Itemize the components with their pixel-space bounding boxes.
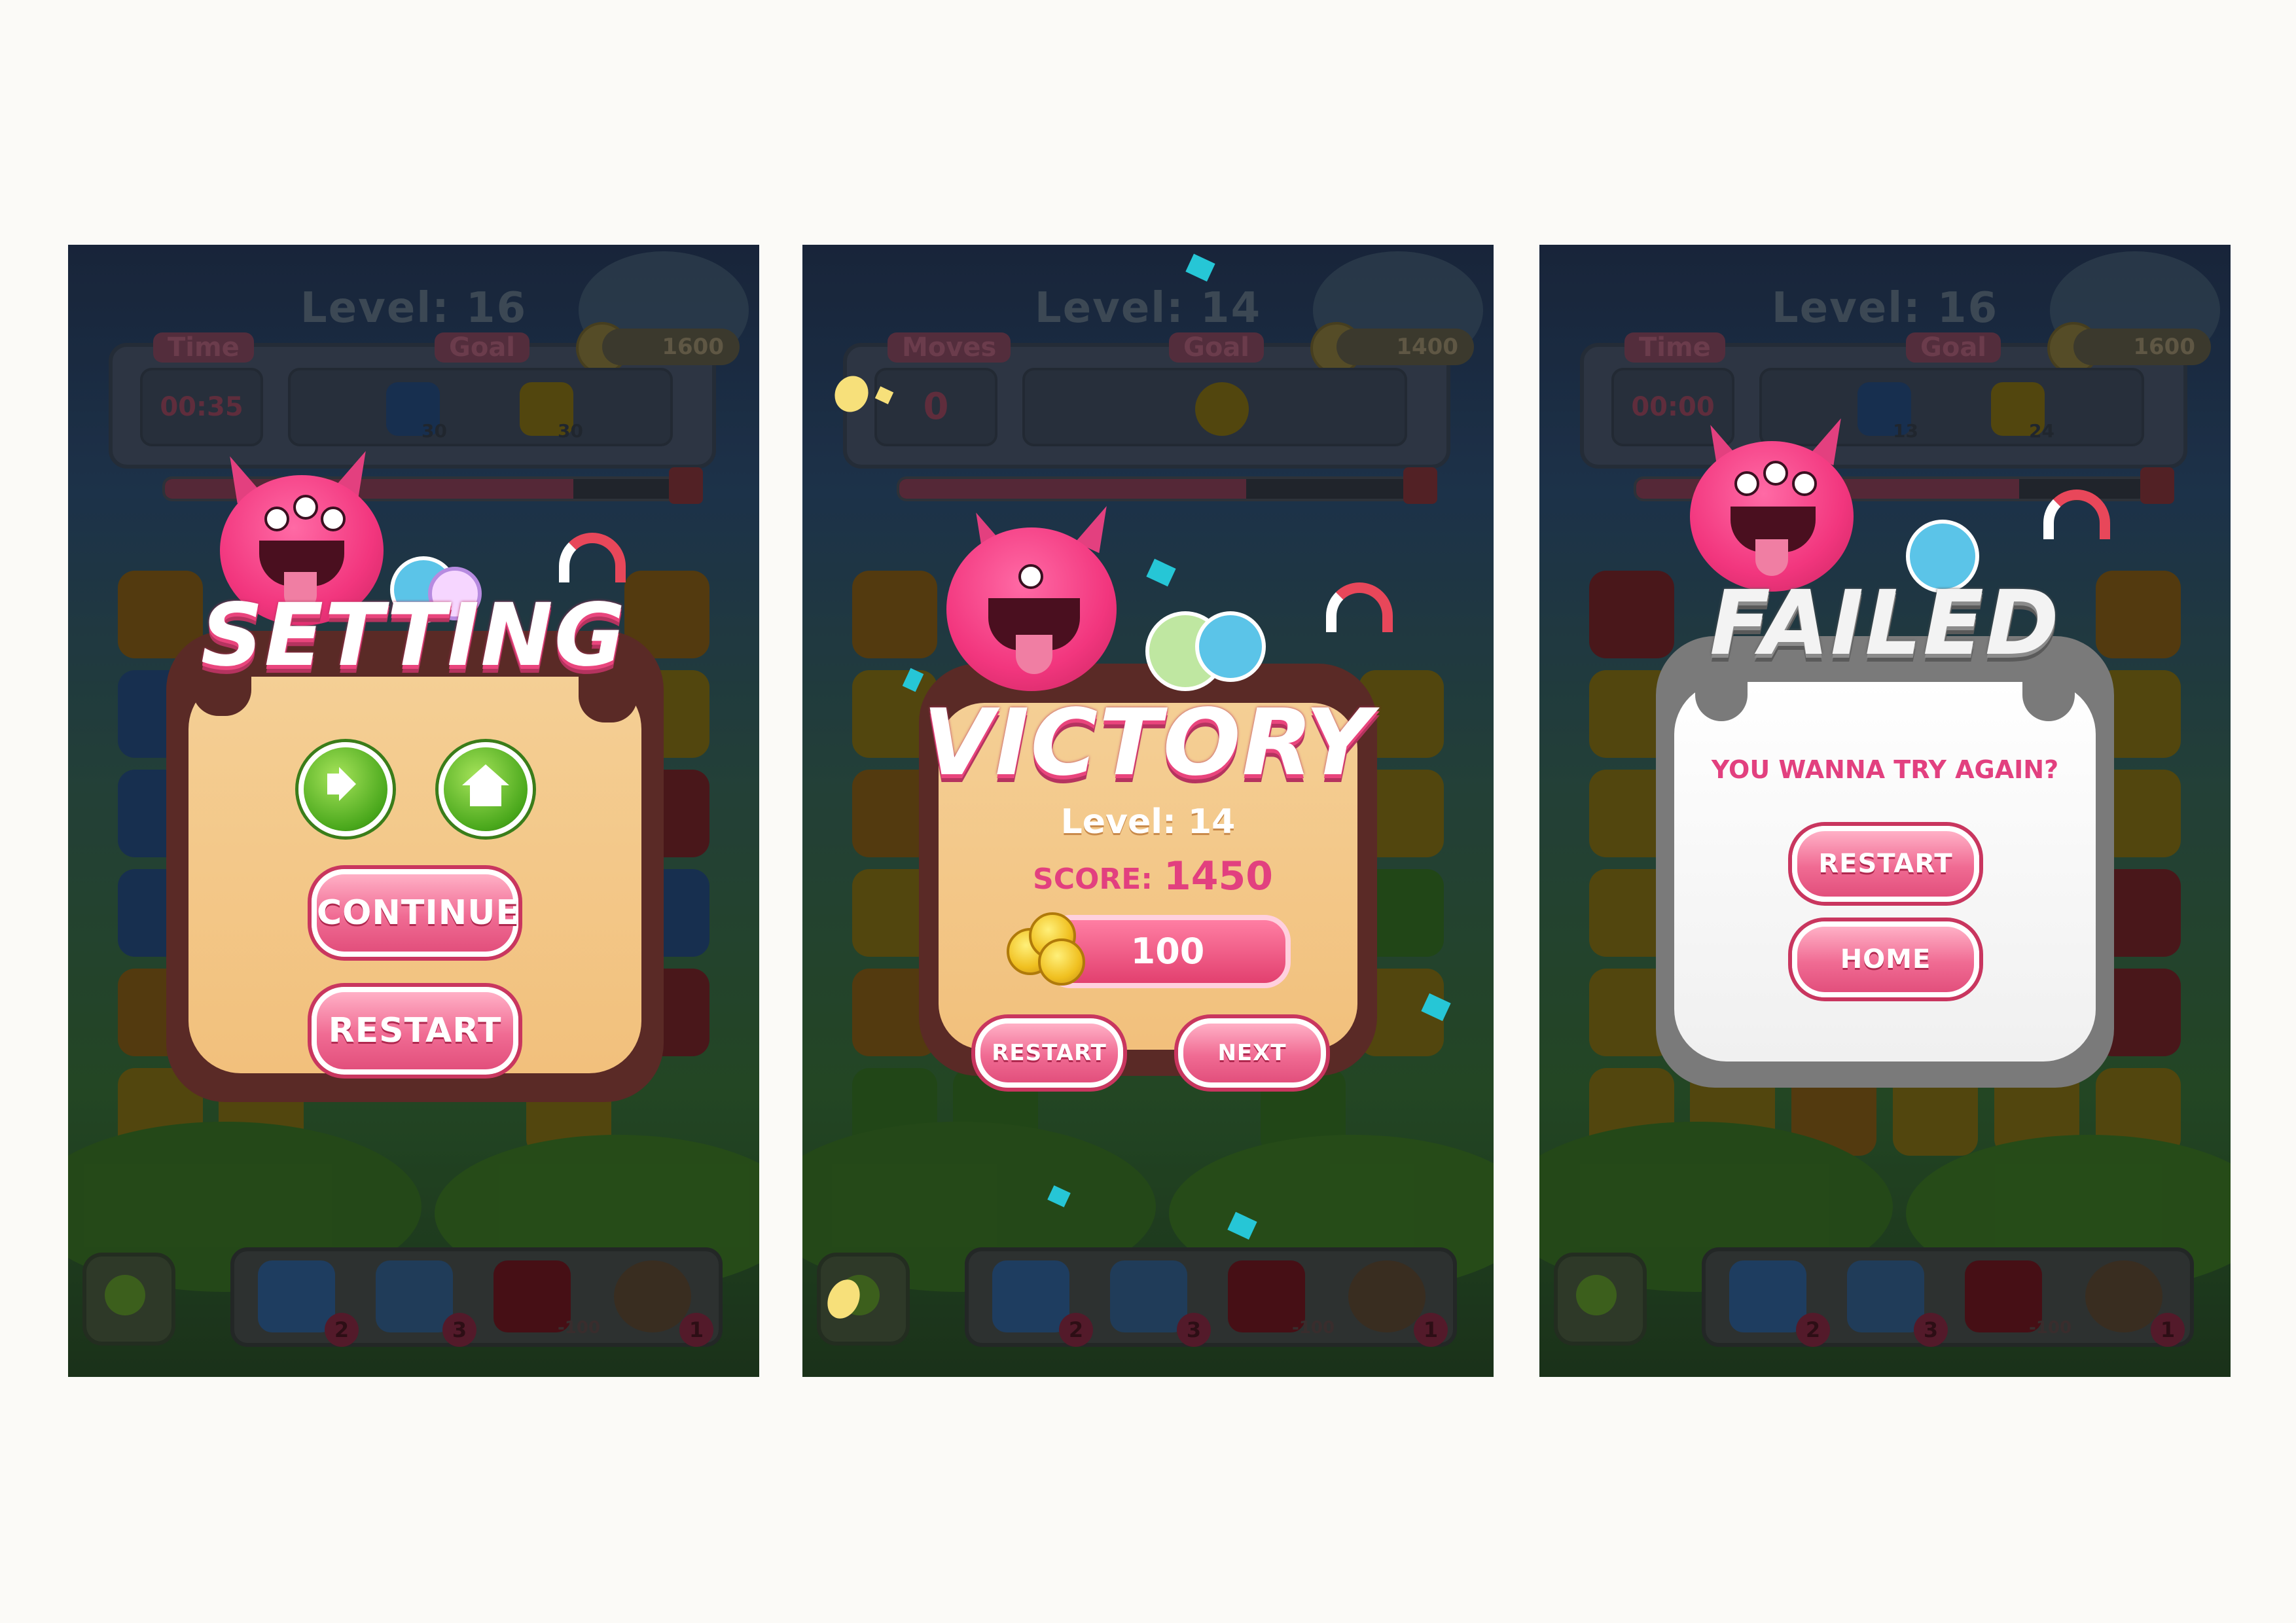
setting-screen: Level: 16 Time Goal 1600 00:35 30 30 2 3… — [68, 245, 759, 1377]
failed-title: FAILED — [1710, 572, 2060, 675]
victory-level-label: Level: 14 — [1060, 802, 1236, 842]
continue-button[interactable]: CONTINUE — [312, 869, 519, 957]
home-button[interactable] — [439, 742, 533, 836]
home-icon — [462, 764, 509, 785]
failed-screen: Level: 16 Time Goal 1600 00:00 13 24 2 3… — [1539, 245, 2231, 1377]
restart-button[interactable]: RESTART — [312, 987, 518, 1075]
monster-tongue — [1016, 635, 1052, 674]
sound-toggle-button[interactable] — [298, 742, 393, 836]
candy-icon — [1195, 611, 1266, 682]
speaker-cone — [339, 767, 356, 801]
coin-stack-icon — [1038, 938, 1085, 986]
monster-eye — [1018, 564, 1043, 589]
monster-eye — [1792, 471, 1817, 496]
score-label: SCORE: — [1033, 863, 1153, 896]
restart-button[interactable]: RESTART — [975, 1018, 1123, 1088]
home-button[interactable]: HOME — [1792, 921, 1979, 997]
monster-eye — [264, 507, 289, 531]
monster-eye — [1763, 461, 1788, 486]
monster-eye — [293, 495, 318, 520]
setting-title: SETTING — [200, 585, 627, 686]
try-again-message: YOU WANNA TRY AGAIN? — [1711, 755, 2059, 784]
monster-tongue — [1755, 539, 1788, 576]
score-value: 1450 — [1164, 853, 1273, 899]
monster-eye — [321, 507, 346, 531]
monster-eye — [1734, 471, 1759, 496]
home-icon-body — [470, 784, 501, 806]
victory-title: VICTORY — [922, 690, 1374, 796]
next-button[interactable]: NEXT — [1178, 1018, 1326, 1088]
victory-screen: Level: 14 Moves Goal 1400 0 2 3 -100 1 V… — [802, 245, 1494, 1377]
restart-button[interactable]: RESTART — [1792, 826, 1979, 902]
